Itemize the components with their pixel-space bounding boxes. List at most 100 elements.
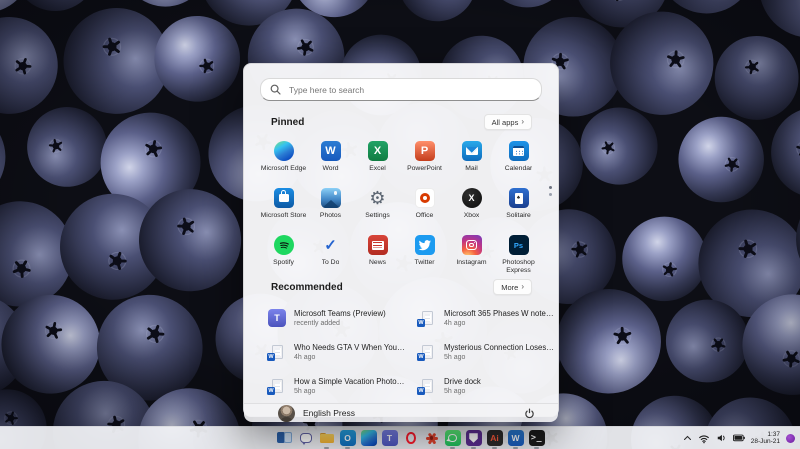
taskbar-item-word-tb[interactable]: W [505, 427, 526, 449]
taskbar-item-terminal[interactable]: >_ [526, 427, 547, 449]
tray-time: 1:37 [767, 431, 780, 438]
wifi-icon[interactable] [698, 433, 710, 444]
settings-icon: ⚙ [368, 188, 388, 208]
news-icon [368, 235, 388, 255]
pinned-title: Pinned [271, 117, 304, 128]
taskbar-item-file-explorer[interactable] [316, 427, 337, 449]
search-input[interactable] [287, 84, 532, 96]
mail-icon [462, 141, 482, 161]
pinned-app[interactable]: X Xbox [448, 182, 495, 228]
app-label: PowerPoint [407, 165, 442, 173]
app-label: Microsoft Edge [261, 165, 306, 173]
taskbar-item-task-view[interactable] [274, 427, 295, 449]
recommended-item[interactable]: W Who Needs GTA V When You Can A... 4h a… [262, 335, 412, 369]
opera-icon [403, 430, 419, 446]
page-dot[interactable] [549, 193, 552, 196]
outlook-icon: O [340, 430, 356, 446]
app-label: Office [416, 212, 434, 220]
taskbar-item-shield[interactable] [463, 427, 484, 449]
app-label: Excel [369, 165, 386, 173]
taskbar-item-start[interactable] [253, 427, 274, 449]
running-indicator [534, 447, 539, 449]
app-label: Twitter [414, 259, 434, 267]
app-label: Spotify [273, 259, 294, 267]
battery-icon[interactable] [733, 434, 745, 442]
file-explorer-icon [319, 430, 335, 446]
wdoc-icon: W [418, 377, 436, 395]
pinned-app[interactable]: Microsoft Store [260, 182, 307, 228]
pinned-page-dots [549, 186, 552, 196]
all-apps-button[interactable]: All apps › [484, 114, 532, 130]
user-name: English Press [303, 408, 355, 418]
app-label: Photoshop Express [496, 259, 542, 275]
more-label: More [501, 283, 518, 292]
app-label: Word [322, 165, 338, 173]
notification-badge[interactable] [786, 434, 795, 443]
word-tb-icon: W [508, 430, 524, 446]
taskbar-item-opera[interactable] [400, 427, 421, 449]
recommended-item-subtitle: 5h ago [444, 354, 556, 361]
pinned-app[interactable]: Calendar [495, 135, 542, 181]
pinned-app[interactable]: ✓ To Do [307, 229, 354, 275]
pinned-app[interactable]: Office [401, 182, 448, 228]
start-menu-footer: English Press [244, 403, 558, 422]
recommended-item[interactable]: W Microsoft 365 Phases W notes Th... 4h … [412, 301, 562, 335]
system-tray: 1:37 28-Jun-21 [683, 427, 795, 449]
power-button[interactable] [520, 404, 538, 422]
recommended-item[interactable]: W Mysterious Connection Loses Hid... 5h … [412, 335, 562, 369]
wdoc-icon: W [268, 343, 286, 361]
solitaire-icon: ♠ [509, 188, 529, 208]
pinned-app[interactable]: W Word [307, 135, 354, 181]
recommended-item[interactable]: W How a Simple Vacation Photo Got... 5h … [262, 369, 412, 403]
page-dot[interactable] [549, 186, 552, 189]
taskbar-item-teams[interactable]: T [379, 427, 400, 449]
wdoc-icon: W [268, 377, 286, 395]
pinned-app[interactable]: News [354, 229, 401, 275]
taskbar-item-chat[interactable] [295, 427, 316, 449]
pinned-app[interactable]: Microsoft Edge [260, 135, 307, 181]
pinned-app[interactable]: X Excel [354, 135, 401, 181]
taskbar-item-edge[interactable] [358, 427, 379, 449]
taskbar-clock[interactable]: 1:37 28-Jun-21 [751, 431, 780, 445]
calendar-icon [509, 141, 529, 161]
chevron-right-icon: › [521, 283, 524, 291]
all-apps-label: All apps [492, 118, 519, 127]
pinned-app[interactable]: ⚙ Settings [354, 182, 401, 228]
flower-icon [424, 430, 440, 446]
shield-icon [466, 430, 482, 446]
app-label: To Do [322, 259, 340, 267]
excel-icon: X [368, 141, 388, 161]
adobe-icon: Ai [487, 430, 503, 446]
pinned-app[interactable]: Twitter [401, 229, 448, 275]
taskbar-item-flower[interactable] [421, 427, 442, 449]
word-icon: W [321, 141, 341, 161]
more-button[interactable]: More › [493, 279, 532, 295]
recommended-item[interactable]: T Microsoft Teams (Preview) recently add… [262, 301, 412, 335]
twitter-icon [415, 235, 435, 255]
recommended-item-subtitle: 4h ago [444, 320, 556, 327]
search-box[interactable] [260, 78, 542, 101]
taskbar-item-adobe[interactable]: Ai [484, 427, 505, 449]
pinned-app[interactable]: Instagram [448, 229, 495, 275]
volume-icon[interactable] [716, 433, 727, 443]
pinned-app[interactable]: ♠ Solitaire [495, 182, 542, 228]
pinned-app[interactable]: Mail [448, 135, 495, 181]
hidden-icons-chevron[interactable] [683, 434, 692, 442]
pinned-app[interactable]: Ps Photoshop Express [495, 229, 542, 275]
running-indicator [450, 447, 455, 449]
teams-icon: T [268, 309, 286, 327]
start-menu: Pinned All apps › Microsoft Edge W Word … [243, 63, 559, 417]
taskbar-item-whatsapp[interactable] [442, 427, 463, 449]
recommended-item[interactable]: W Drive dock 5h ago [412, 369, 562, 403]
photos-icon [321, 188, 341, 208]
user-profile-button[interactable]: English Press [278, 405, 355, 422]
pinned-apps-grid: Microsoft Edge W Word X Excel P PowerPoi… [244, 130, 558, 275]
pinned-app[interactable]: Photos [307, 182, 354, 228]
pinned-app[interactable]: Spotify [260, 229, 307, 275]
edge-icon [274, 141, 294, 161]
pinned-app[interactable]: P PowerPoint [401, 135, 448, 181]
recommended-item-title: Who Needs GTA V When You Can A... [294, 343, 406, 352]
recommended-item-title: Microsoft Teams (Preview) [294, 309, 386, 318]
app-label: Mail [465, 165, 477, 173]
taskbar-item-outlook[interactable]: O [337, 427, 358, 449]
